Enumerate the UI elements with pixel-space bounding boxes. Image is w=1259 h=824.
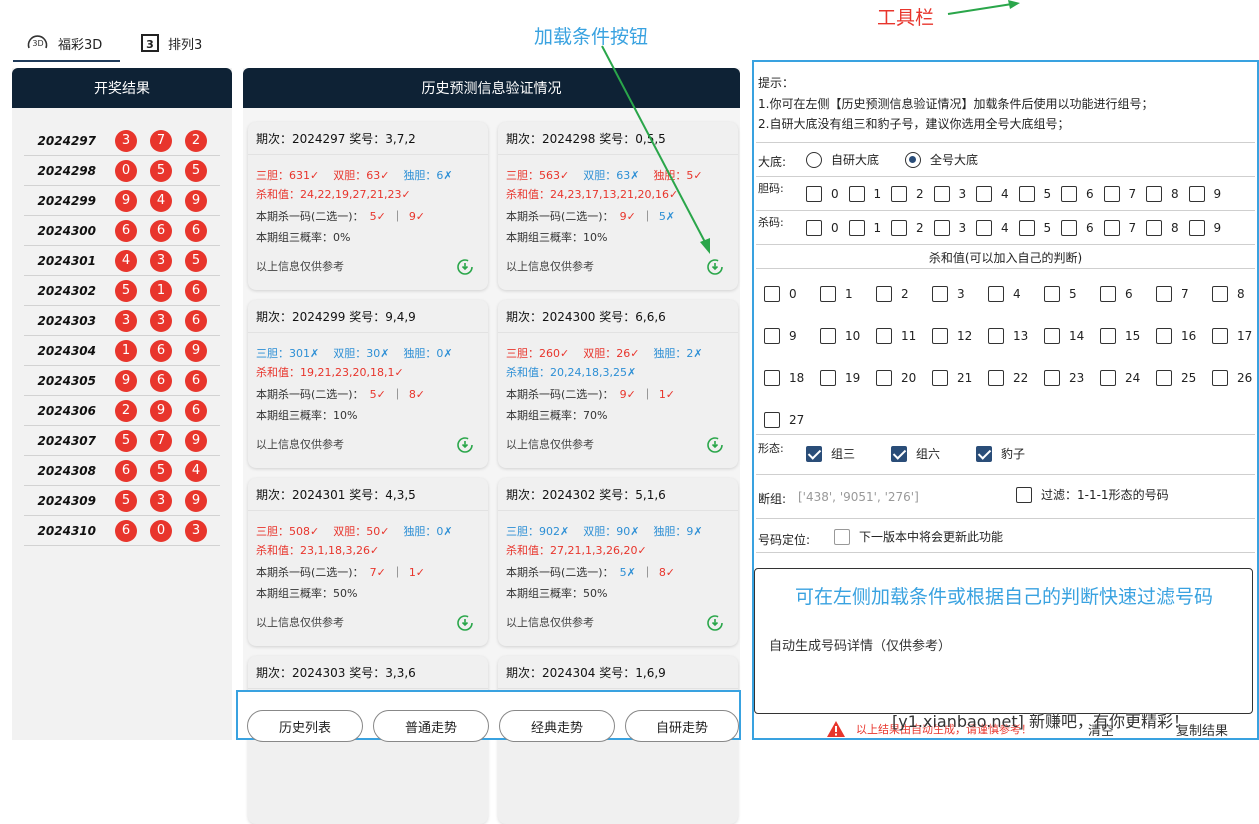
watermark: [y1.xianbao.net] 新赚吧，有你更精彩！ bbox=[892, 712, 1189, 731]
toolbar-arrow bbox=[947, 3, 1013, 15]
toolbar-arrowhead bbox=[1008, 0, 1020, 9]
annotation-arrows bbox=[601, 0, 1020, 254]
load-arrow bbox=[601, 45, 707, 245]
load-arrowhead bbox=[700, 238, 710, 254]
